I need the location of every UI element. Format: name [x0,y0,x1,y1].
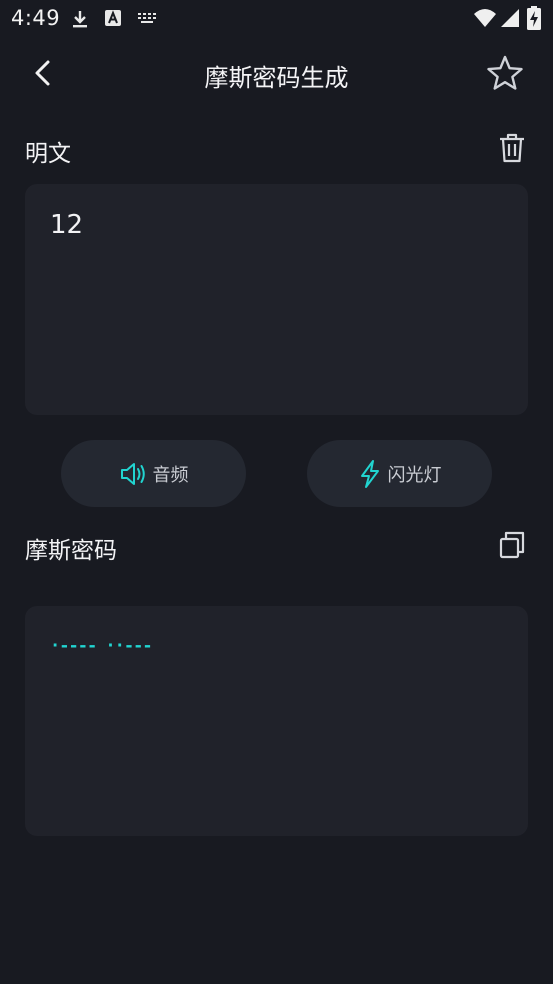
morse-output-panel: ·---- ··--- [25,606,528,836]
copy-icon [499,531,525,559]
status-bar: 4:49 [0,0,553,38]
morse-output: ·---- ··--- [50,636,153,656]
keyboard-icon [136,9,158,31]
a-icon [104,9,122,31]
battery-charging-icon [527,6,541,34]
speaker-icon [120,462,145,485]
app-header: 摩斯密码生成 [0,44,553,104]
copy-button[interactable] [497,530,529,562]
plain-text-label: 明文 [25,141,71,167]
clear-button[interactable] [496,132,528,164]
download-icon [70,9,90,33]
page-title: 摩斯密码生成 [204,64,349,92]
plain-text-input-panel[interactable]: 12 [25,184,528,415]
flashlight-label: 闪光灯 [387,464,442,486]
morse-label: 摩斯密码 [25,538,117,564]
favorite-button[interactable] [485,54,525,94]
audio-button[interactable]: 音频 [61,440,246,507]
star-outline-icon [487,55,523,90]
audio-label: 音频 [152,464,189,486]
lightning-icon [360,459,379,488]
flashlight-button[interactable]: 闪光灯 [307,440,492,507]
trash-icon [500,133,524,163]
status-time: 4:49 [11,6,61,30]
wifi-icon [473,8,497,32]
plain-text-input[interactable]: 12 [50,210,83,240]
signal-icon [500,8,520,32]
